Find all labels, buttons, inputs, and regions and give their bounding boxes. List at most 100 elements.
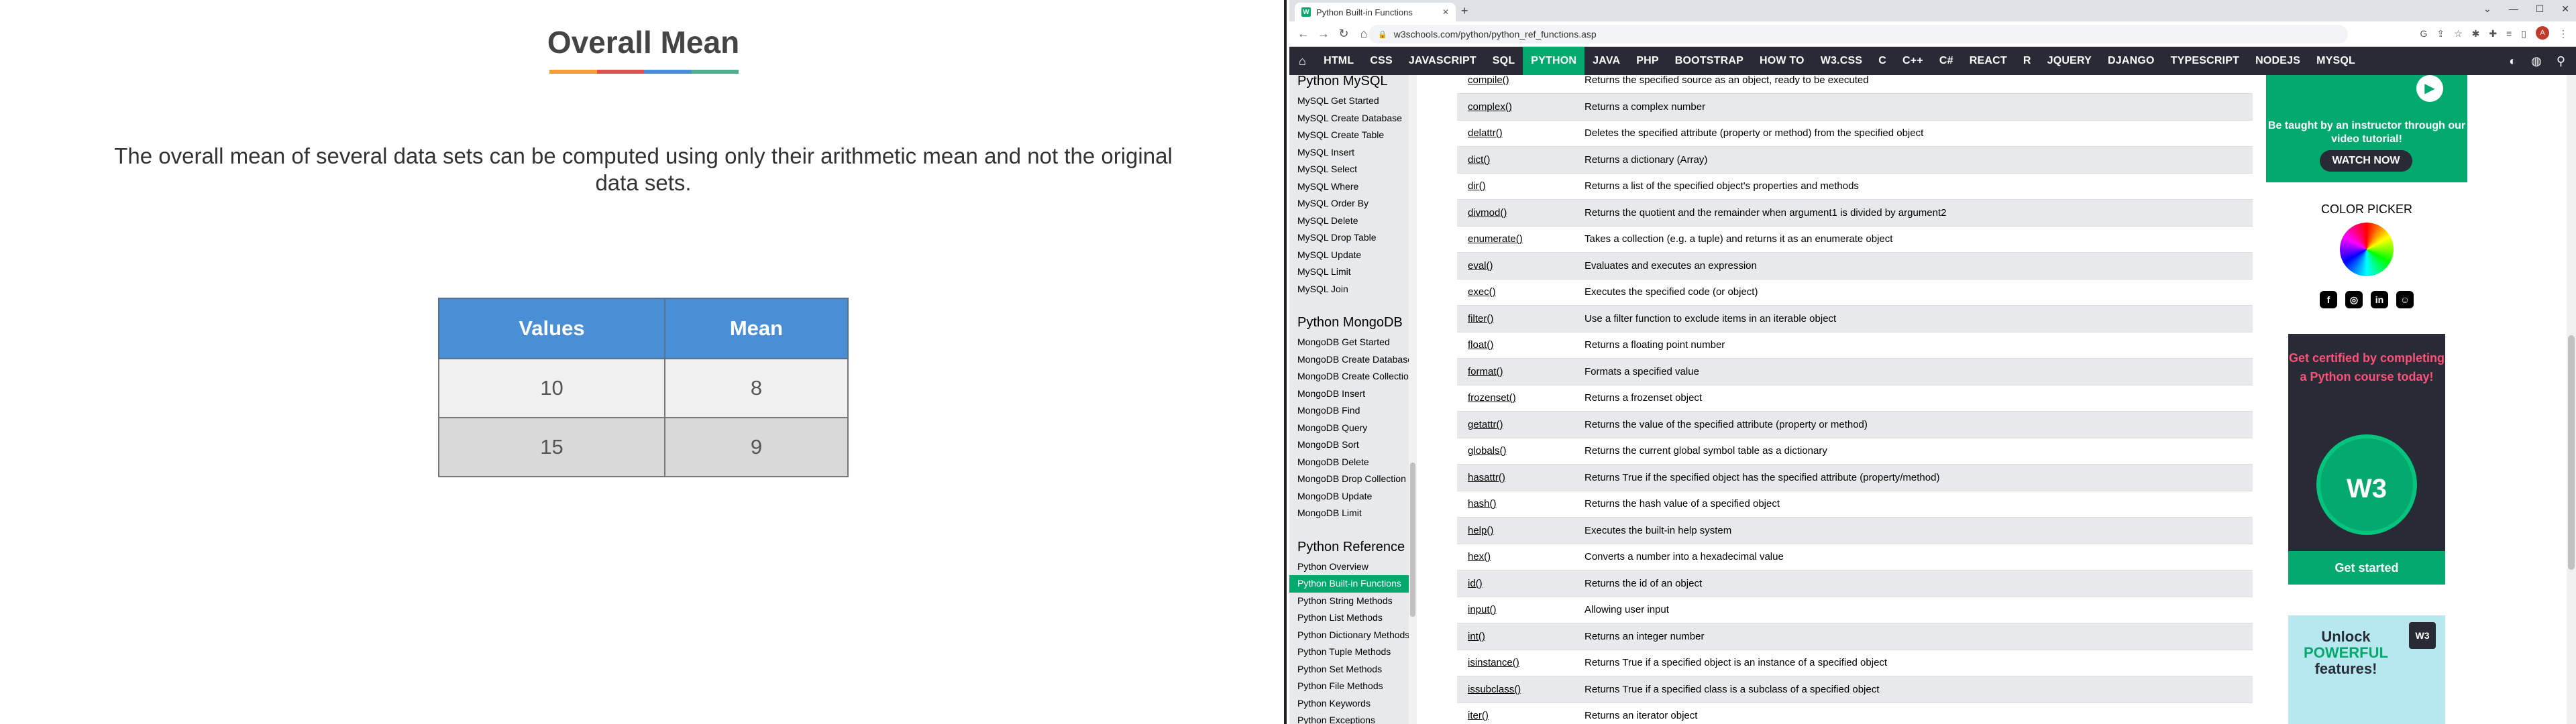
instagram-icon[interactable]: ◎: [2345, 291, 2363, 308]
nav-item-django[interactable]: DJANGO: [2100, 47, 2163, 75]
function-link[interactable]: iter(): [1457, 703, 1585, 724]
nav-item-c[interactable]: C++: [1894, 47, 1931, 75]
minimize-icon[interactable]: —: [2509, 3, 2518, 15]
discord-icon[interactable]: ☺: [2396, 291, 2414, 308]
close-window-icon[interactable]: ✕: [2561, 3, 2569, 15]
nav-item-java[interactable]: JAVA: [1585, 47, 1628, 75]
unlock-features-ad[interactable]: Unlock POWERFUL features! W3: [2288, 615, 2445, 724]
sidebar-scroll-thumb[interactable]: [1410, 463, 1415, 617]
sidebar-item-mongodb-delete[interactable]: MongoDB Delete: [1289, 454, 1409, 471]
maximize-icon[interactable]: ☐: [2536, 3, 2544, 15]
function-link[interactable]: dict(): [1457, 146, 1585, 174]
color-picker-icon[interactable]: [2340, 223, 2394, 276]
function-link[interactable]: hash(): [1457, 491, 1585, 518]
menu-icon[interactable]: ⋮: [2559, 28, 2568, 40]
function-link[interactable]: input(): [1457, 597, 1585, 623]
sidebar-item-mysql-update[interactable]: MySQL Update: [1289, 247, 1409, 264]
puzzle-icon[interactable]: ✚: [2489, 28, 2497, 40]
sidebar-item-mysql-join[interactable]: MySQL Join: [1289, 281, 1409, 298]
function-link[interactable]: help(): [1457, 517, 1585, 544]
theme-toggle-icon[interactable]: ◐: [2509, 54, 2516, 68]
function-link[interactable]: filter(): [1457, 305, 1585, 333]
sidebar-item-mysql-create-table[interactable]: MySQL Create Table: [1289, 127, 1409, 144]
nav-item-c[interactable]: C: [1870, 47, 1894, 75]
sidebar-item-python-string-methods[interactable]: Python String Methods: [1289, 593, 1409, 610]
function-link[interactable]: compile(): [1457, 75, 1585, 94]
back-icon[interactable]: ←: [1297, 27, 1309, 41]
video-tutorial-ad[interactable]: ▶ Be taught by an instructor through our…: [2266, 75, 2467, 182]
function-link[interactable]: eval(): [1457, 252, 1585, 280]
sidebar-item-python-dictionary-methods[interactable]: Python Dictionary Methods: [1289, 627, 1409, 644]
address-bar[interactable]: 🔒 w3schools.com/python/python_ref_functi…: [1368, 25, 2348, 44]
sidepanel-icon[interactable]: ▯: [2521, 28, 2526, 40]
sidebar-item-mongodb-create-database[interactable]: MongoDB Create Database: [1289, 351, 1409, 369]
sidebar-item-mongodb-query[interactable]: MongoDB Query: [1289, 420, 1409, 437]
facebook-icon[interactable]: f: [2320, 291, 2337, 308]
nav-item-jquery[interactable]: JQUERY: [2039, 47, 2100, 75]
nav-item-sql[interactable]: SQL: [1485, 47, 1523, 75]
lock-icon[interactable]: 🔒: [1378, 30, 1387, 39]
function-link[interactable]: delattr(): [1457, 120, 1585, 147]
sidebar-item-python-overview[interactable]: Python Overview: [1289, 558, 1409, 576]
nav-item-javascript[interactable]: JAVASCRIPT: [1401, 47, 1485, 75]
sidebar-item-mongodb-insert[interactable]: MongoDB Insert: [1289, 385, 1409, 403]
nav-item-nodejs[interactable]: NODEJS: [2247, 47, 2308, 75]
new-tab-icon[interactable]: +: [1461, 4, 1468, 18]
nav-item-php[interactable]: PHP: [1628, 47, 1667, 75]
sidebar-item-python-built-in-functions[interactable]: Python Built-in Functions: [1289, 575, 1409, 593]
extension-icon[interactable]: ✱: [2472, 28, 2480, 40]
bookmark-star-icon[interactable]: ☆: [2454, 28, 2463, 40]
sidebar-item-mysql-select[interactable]: MySQL Select: [1289, 161, 1409, 178]
certification-ad[interactable]: Get certified by completing a Python cou…: [2288, 334, 2445, 585]
globe-icon[interactable]: ◍: [2531, 54, 2542, 68]
function-link[interactable]: getattr(): [1457, 411, 1585, 438]
nav-item-mysql[interactable]: MYSQL: [2308, 47, 2363, 75]
function-link[interactable]: id(): [1457, 570, 1585, 597]
sidebar-scrollbar[interactable]: [1409, 75, 1417, 724]
page-scroll-thumb[interactable]: [2568, 335, 2575, 570]
sidebar-item-mysql-drop-table[interactable]: MySQL Drop Table: [1289, 229, 1409, 247]
sidebar-item-python-set-methods[interactable]: Python Set Methods: [1289, 661, 1409, 678]
function-link[interactable]: divmod(): [1457, 199, 1585, 227]
linkedin-icon[interactable]: in: [2371, 291, 2388, 308]
nav-item-html[interactable]: HTML: [1316, 47, 1362, 75]
function-link[interactable]: complex(): [1457, 93, 1585, 121]
function-link[interactable]: int(): [1457, 623, 1585, 650]
sidebar-item-mysql-get-started[interactable]: MySQL Get Started: [1289, 93, 1409, 110]
search-icon[interactable]: ⚲: [2557, 54, 2565, 68]
nav-item-react[interactable]: REACT: [1962, 47, 2015, 75]
sidebar-item-python-list-methods[interactable]: Python List Methods: [1289, 609, 1409, 627]
sidebar-item-mysql-limit[interactable]: MySQL Limit: [1289, 263, 1409, 281]
nav-item-how-to[interactable]: HOW TO: [1752, 47, 1813, 75]
sidebar-item-mysql-order-by[interactable]: MySQL Order By: [1289, 195, 1409, 213]
function-link[interactable]: hasattr(): [1457, 464, 1585, 491]
profile-avatar[interactable]: A: [2536, 26, 2549, 40]
nav-item-css[interactable]: CSS: [1362, 47, 1401, 75]
watch-now-button[interactable]: WATCH NOW: [2320, 150, 2412, 172]
function-link[interactable]: enumerate(): [1457, 226, 1585, 253]
function-link[interactable]: issubclass(): [1457, 676, 1585, 703]
play-icon[interactable]: ▶: [2416, 75, 2443, 102]
tab-search-icon[interactable]: ⌄: [2483, 3, 2491, 15]
sidebar-item-mysql-insert[interactable]: MySQL Insert: [1289, 144, 1409, 162]
sidebar-item-python-keywords[interactable]: Python Keywords: [1289, 695, 1409, 713]
close-tab-icon[interactable]: ✕: [1442, 7, 1449, 17]
sidebar-item-mongodb-update[interactable]: MongoDB Update: [1289, 488, 1409, 505]
nav-item-bootstrap[interactable]: BOOTSTRAP: [1667, 47, 1752, 75]
function-link[interactable]: float(): [1457, 332, 1585, 359]
get-started-button[interactable]: Get started: [2288, 551, 2445, 585]
sidebar-item-mysql-delete[interactable]: MySQL Delete: [1289, 213, 1409, 230]
function-link[interactable]: globals(): [1457, 438, 1585, 465]
sidebar-item-python-tuple-methods[interactable]: Python Tuple Methods: [1289, 644, 1409, 661]
function-link[interactable]: format(): [1457, 358, 1585, 385]
share-icon[interactable]: ⇪: [2436, 28, 2445, 40]
function-link[interactable]: exec(): [1457, 279, 1585, 306]
sidebar-item-python-exceptions[interactable]: Python Exceptions: [1289, 712, 1409, 724]
function-link[interactable]: isinstance(): [1457, 650, 1585, 676]
nav-item-typescript[interactable]: TYPESCRIPT: [2163, 47, 2247, 75]
function-link[interactable]: hex(): [1457, 544, 1585, 570]
nav-item-c[interactable]: C#: [1931, 47, 1962, 75]
google-icon[interactable]: G: [2420, 28, 2427, 40]
sidebar-item-mongodb-drop-collection[interactable]: MongoDB Drop Collection: [1289, 471, 1409, 488]
sidebar-item-mysql-create-database[interactable]: MySQL Create Database: [1289, 110, 1409, 127]
